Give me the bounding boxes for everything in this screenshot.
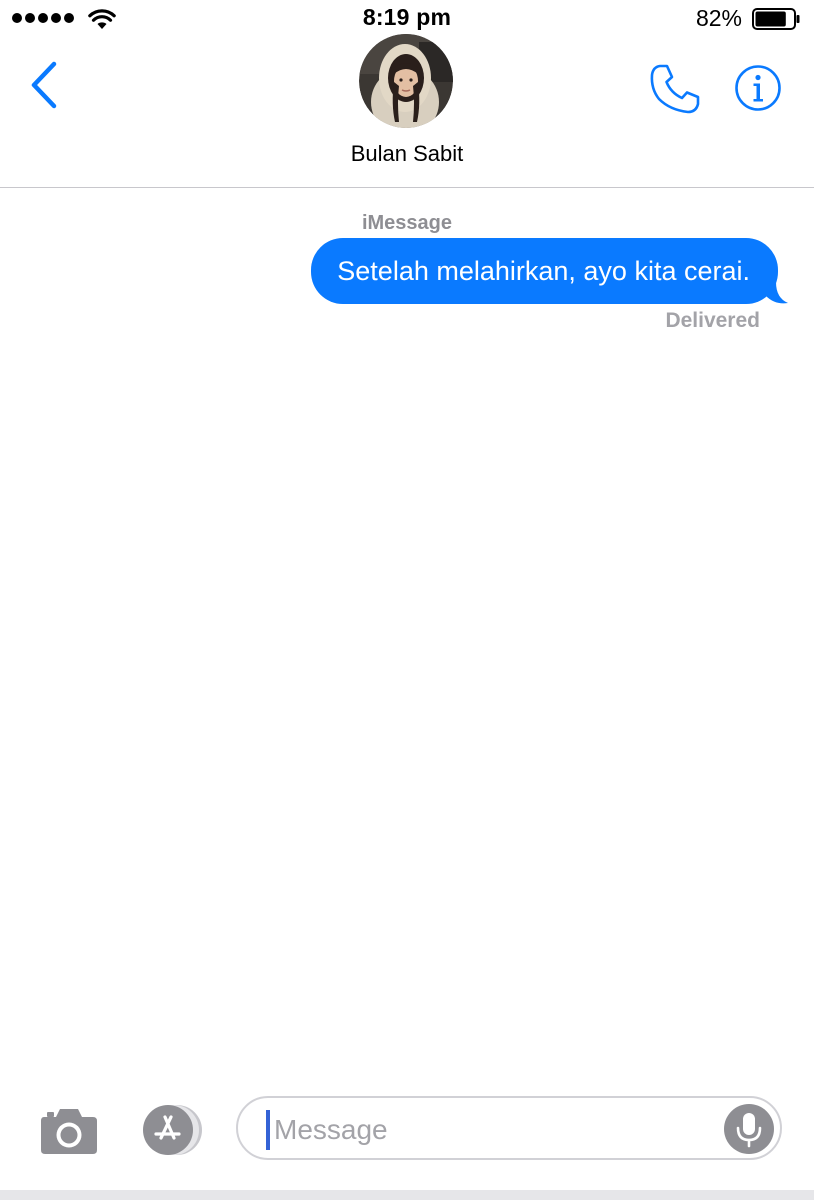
message-input[interactable]: Message (236, 1096, 782, 1160)
battery-icon (752, 8, 800, 30)
composer-bar: Message (0, 1090, 814, 1200)
contact-name[interactable]: Bulan Sabit (0, 141, 814, 167)
home-indicator-strip (0, 1190, 814, 1200)
message-list: Setelah melahirkan, ayo kita cerai. (311, 238, 788, 304)
info-icon (735, 65, 781, 111)
dictation-button[interactable] (724, 1104, 774, 1154)
conversation-header: Bulan Sabit (0, 34, 814, 188)
outgoing-message-bubble[interactable]: Setelah melahirkan, ayo kita cerai. (311, 238, 788, 304)
call-button[interactable] (648, 62, 702, 116)
back-button[interactable] (26, 60, 66, 110)
microphone-icon (736, 1113, 762, 1148)
text-cursor (266, 1110, 270, 1150)
bubble-tail (766, 282, 788, 304)
contact-avatar[interactable] (359, 34, 453, 128)
battery-percentage: 82% (695, 5, 742, 31)
status-bar: 8:19 pm 82% (0, 0, 814, 38)
info-button[interactable] (734, 64, 782, 112)
message-placeholder: Message (274, 1114, 388, 1145)
app-store-button[interactable] (135, 1104, 207, 1156)
camera-icon (41, 1109, 97, 1154)
delivery-status: Delivered (665, 309, 760, 332)
app-store-icon (143, 1105, 202, 1155)
message-text: Setelah melahirkan, ayo kita cerai. (337, 256, 750, 286)
messages-screen: 8:19 pm 82% Bulan Sabit iMessage Setelah… (0, 0, 814, 1200)
camera-button[interactable] (40, 1106, 98, 1156)
status-time: 8:19 pm (362, 4, 452, 30)
chevron-left-icon (31, 61, 57, 109)
service-label: iMessage (361, 212, 453, 234)
phone-icon (650, 64, 700, 114)
